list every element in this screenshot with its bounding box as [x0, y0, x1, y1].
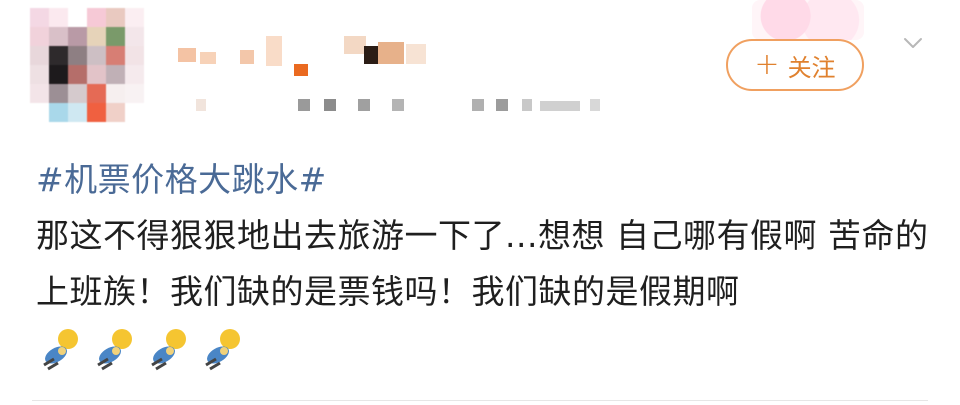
- decorative-sticker: [752, 0, 864, 40]
- chevron-down-icon[interactable]: [902, 32, 924, 54]
- follow-button-label: 关注: [787, 53, 836, 82]
- post-divider: [32, 400, 928, 401]
- sweat-running-emoji: [43, 328, 78, 370]
- hashtag-link[interactable]: #机票价格大跳水#: [36, 152, 936, 208]
- post-meta-blurred: [196, 97, 616, 113]
- follow-button[interactable]: + 关注: [726, 39, 864, 91]
- sweat-running-emoji: [151, 328, 186, 370]
- post-content: #机票价格大跳水# 那这不得狠狠地出去旅游一下了...想想 自己哪有假啊 苦命的…: [36, 152, 936, 376]
- sweat-running-emoji: [205, 328, 240, 370]
- user-name-blurred[interactable]: [178, 36, 438, 76]
- emoji-row: [38, 327, 246, 373]
- sweat-running-emoji: [97, 328, 132, 370]
- avatar[interactable]: [30, 8, 144, 122]
- plus-icon: +: [754, 47, 780, 82]
- post-body-text: 那这不得狠狠地出去旅游一下了...想想 自己哪有假啊 苦命的上班族！我们缺的是票…: [36, 216, 929, 311]
